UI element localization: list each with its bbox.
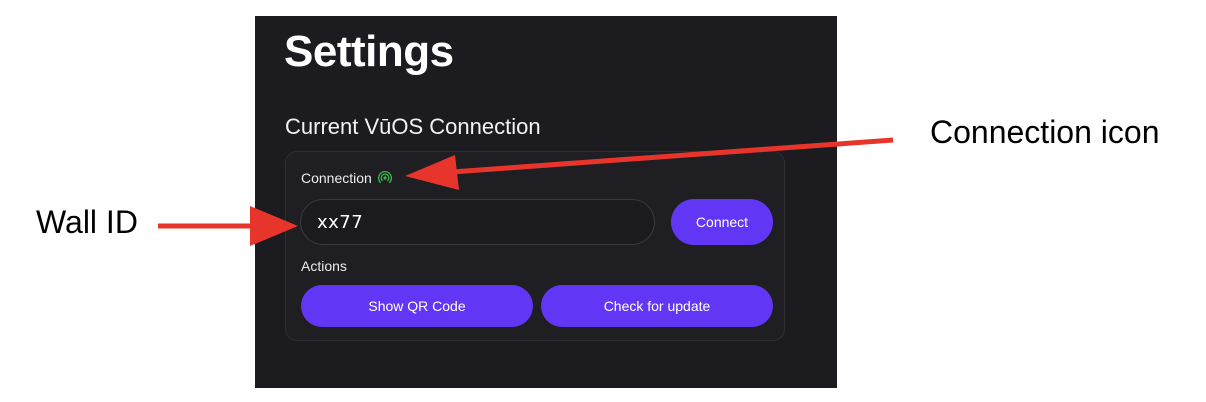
connection-label: Connection	[301, 170, 372, 186]
annotation-wall-id: Wall ID	[36, 204, 138, 240]
annotation-connection-icon: Connection icon	[930, 114, 1160, 150]
connection-label-row: Connection	[301, 170, 392, 186]
wall-id-input[interactable]	[300, 199, 655, 245]
page-title: Settings	[284, 27, 454, 76]
actions-label: Actions	[301, 258, 347, 274]
connect-button[interactable]: Connect	[671, 199, 773, 245]
section-title: Current VūOS Connection	[285, 114, 541, 139]
wifi-signal-icon	[377, 171, 392, 185]
check-for-update-button[interactable]: Check for update	[541, 285, 773, 327]
show-qr-code-button[interactable]: Show QR Code	[301, 285, 533, 327]
connection-card: Connection Connect Actions Show QR Code …	[285, 151, 785, 341]
settings-panel: Settings Current VūOS Connection Connect…	[255, 16, 837, 388]
